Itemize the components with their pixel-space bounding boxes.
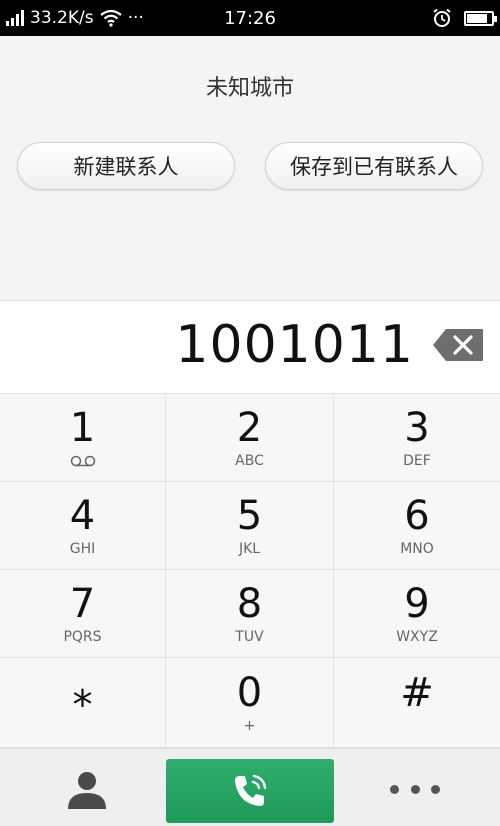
key-star[interactable]: ⁎ [0,658,166,748]
clock: 17:26 [224,7,276,29]
key-letters: DEF [403,452,431,469]
key-6[interactable]: 6 MNO [334,482,500,570]
dial-keypad: 1 2 ABC 3 DEF 4 GHI 5 JKL 6 MNO 7 PQRS 8 TUV 9 WXYZ ⁎ 0 + # [0,394,500,748]
number-display: 1001011 [0,300,500,394]
status-right [432,0,497,36]
key-letters: JKL [238,540,261,557]
dot [410,784,420,794]
bottom-action-bar [0,748,500,826]
key-hash[interactable]: # [334,658,500,748]
key-digit: 1 [69,404,96,451]
key-digit: 5 [236,492,263,539]
key-letters: MNO [400,540,434,557]
more-options-button[interactable] [390,779,440,799]
key-letters: PQRS [63,628,102,645]
key-digit: 4 [69,492,96,539]
key-digit: 7 [69,580,96,627]
key-2[interactable]: 2 ABC [166,394,334,482]
key-letters: GHI [69,540,96,557]
key-digit: 8 [236,580,263,627]
key-letters: TUV [235,628,264,645]
key-4[interactable]: 4 GHI [0,482,166,570]
key-digit: # [400,669,434,716]
dialed-number: 1001011 [175,315,414,375]
call-button[interactable] [166,759,334,823]
key-3[interactable]: 3 DEF [334,394,500,482]
key-9[interactable]: 9 WXYZ [334,570,500,658]
key-1[interactable]: 1 [0,394,166,482]
phone-call-icon [235,774,267,806]
key-digit: ⁎ [72,669,93,716]
voicemail-icon [70,455,95,466]
contacts-icon[interactable] [64,769,110,809]
key-letters [70,452,96,470]
new-contact-button[interactable]: 新建联系人 [17,142,235,190]
key-digit: 6 [404,492,430,539]
key-letters: + [243,717,256,734]
status-bar: 33.2K/s ··· 17:26 [0,0,500,36]
key-letters: WXYZ [396,628,438,645]
key-digit: 9 [404,580,430,627]
key-8[interactable]: 8 TUV [166,570,334,658]
battery-icon [464,10,497,26]
backspace-icon[interactable] [432,328,484,362]
dot [390,784,399,794]
key-digit: 0 [236,669,263,716]
key-0[interactable]: 0 + [166,658,334,748]
location-label: 未知城市 [205,76,294,101]
dot [431,784,440,794]
key-digit: 2 [236,404,263,451]
key-7[interactable]: 7 PQRS [0,570,166,658]
key-letters: ABC [235,452,264,469]
key-5[interactable]: 5 JKL [166,482,334,570]
caller-info-area: 未知城市 新建联系人 保存到已有联系人 [0,36,500,300]
save-to-existing-contact-button[interactable]: 保存到已有联系人 [265,142,483,190]
key-digit: 3 [404,404,430,451]
alarm-clock-icon [433,8,451,27]
